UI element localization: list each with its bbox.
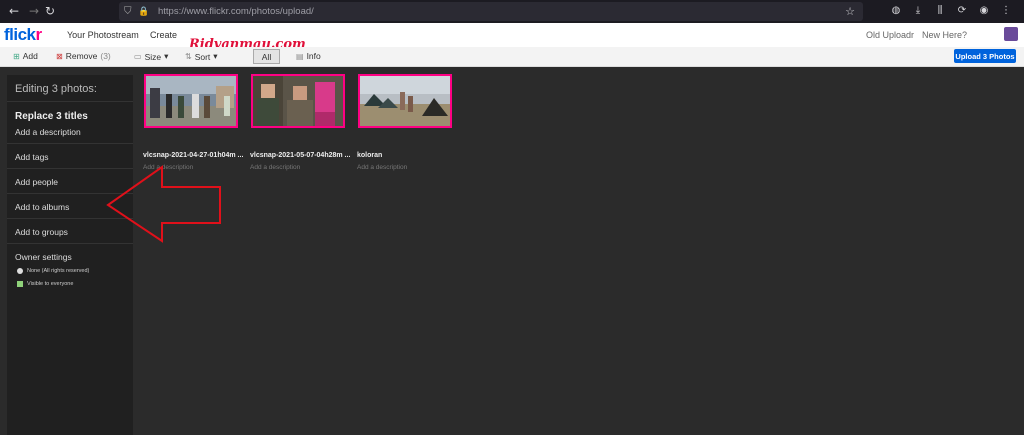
shield-icon[interactable]: ⛉ (124, 6, 138, 17)
avatar[interactable] (1004, 27, 1018, 41)
remove-button[interactable]: ⊠ Remove (3) (56, 51, 111, 61)
visibility-option[interactable]: Visible to everyone (17, 281, 73, 287)
nav-create[interactable]: Create (150, 30, 177, 40)
library-icon[interactable]: ⫼ (934, 4, 946, 16)
add-people-field[interactable]: Add people (15, 177, 58, 187)
browser-extensions: ◍ ⤓ ⫼ ⟳ ◉ ⋮ (890, 4, 1012, 16)
reload-icon[interactable]: ↻ (40, 1, 60, 21)
download-icon[interactable]: ⤓ (912, 4, 924, 16)
add-icon: ⊞ (13, 51, 20, 61)
batch-edit-sidebar: Editing 3 photos: Replace 3 titles Add a… (7, 75, 133, 435)
url-text[interactable]: https://www.flickr.com/photos/upload/ (158, 6, 314, 17)
add-to-groups-field[interactable]: Add to groups (15, 227, 68, 237)
back-icon[interactable]: ← (4, 1, 24, 21)
extension-icon[interactable]: ◉ (978, 4, 990, 16)
upload-toolbar: ⊞ Add ⊠ Remove (3) ▭ Size ▾ ⇅ Sort ▾ All ▤ In… (0, 47, 1024, 67)
add-description-field[interactable]: Add a description (15, 127, 81, 137)
photo-image-3 (360, 76, 450, 126)
site-header: flickr Your Photostream Create Ridvanmau… (0, 23, 1024, 52)
flickr-logo[interactable]: flickr (4, 25, 42, 45)
license-radio-icon (17, 268, 23, 274)
remove-icon: ⊠ (56, 51, 63, 61)
size-button[interactable]: ▭ Size ▾ (134, 51, 168, 62)
upload-photos-button[interactable]: Upload 3 Photos (954, 49, 1016, 63)
add-button[interactable]: ⊞ Add (13, 51, 38, 61)
photo-title-2[interactable]: vlcsnap-2021-05-07-04h28m ... (250, 152, 350, 159)
size-icon: ▭ (134, 52, 142, 61)
photo-thumbnail-3[interactable] (358, 74, 452, 128)
visibility-check-icon (17, 281, 23, 287)
lock-icon[interactable]: 🔒 (138, 7, 152, 17)
sort-icon: ⇅ (185, 52, 192, 61)
select-all-button[interactable]: All (253, 49, 280, 64)
nav-photostream[interactable]: Your Photostream (67, 30, 139, 40)
info-button[interactable]: ▤ Info (296, 51, 321, 61)
add-to-albums-field[interactable]: Add to albums (15, 202, 69, 212)
photo-thumbnail-1[interactable] (144, 74, 238, 128)
divider (7, 101, 133, 102)
pocket-icon[interactable]: ◍ (890, 4, 902, 16)
owner-settings-label: Owner settings (15, 252, 72, 262)
photo-thumbnail-2[interactable] (251, 74, 345, 128)
photo-desc-3[interactable]: Add a description (357, 164, 407, 171)
photo-image-1 (146, 76, 236, 126)
address-bar[interactable]: ⛉ 🔒 https://www.flickr.com/photos/upload… (119, 2, 863, 21)
bookmark-star-icon[interactable]: ☆ (845, 5, 855, 18)
old-uploadr-link[interactable]: Old Uploadr (866, 30, 914, 40)
menu-icon[interactable]: ⋮ (1000, 4, 1012, 16)
info-icon: ▤ (296, 51, 304, 61)
sidebar-heading: Editing 3 photos: (15, 83, 97, 95)
replace-titles-field[interactable]: Replace 3 titles (15, 111, 88, 122)
photo-title-1[interactable]: vlcsnap-2021-04-27-01h04m ... (143, 152, 243, 159)
photo-title-3[interactable]: koloran (357, 152, 382, 159)
annotation-arrow (106, 165, 221, 243)
browser-toolbar: ← → ↻ ⛉ 🔒 https://www.flickr.com/photos/… (0, 0, 1024, 23)
sync-icon[interactable]: ⟳ (956, 4, 968, 16)
sort-button[interactable]: ⇅ Sort ▾ (185, 51, 218, 62)
photo-image-2 (253, 76, 343, 126)
new-here-link[interactable]: New Here? (922, 30, 967, 40)
photo-desc-2[interactable]: Add a description (250, 164, 300, 171)
license-option[interactable]: None (All rights reserved) (17, 268, 89, 274)
divider (7, 143, 133, 144)
upload-workspace: Editing 3 photos: Replace 3 titles Add a… (0, 67, 1024, 435)
add-tags-field[interactable]: Add tags (15, 152, 49, 162)
